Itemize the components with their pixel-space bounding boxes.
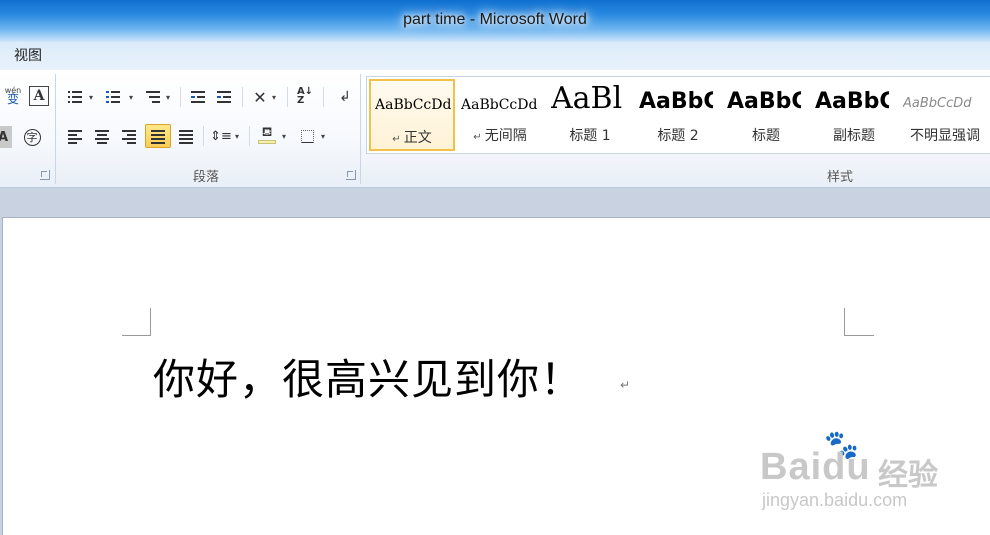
align-left-icon [68, 130, 82, 144]
boxed-a-label: A [33, 88, 45, 104]
watermark-label: 经验 [878, 458, 938, 493]
style-no-spacing[interactable]: AaBbCcDd ↵ 无间隔 [457, 79, 543, 151]
character-border-button[interactable]: A [29, 86, 49, 106]
toolbar-separator [323, 87, 324, 107]
style-preview: AaBbC [815, 89, 889, 114]
style-subtle-emphasis[interactable]: AaBbCcDd 不明显强调 [899, 79, 990, 151]
multilevel-list-button[interactable] [142, 86, 164, 108]
numbering-icon [106, 91, 120, 103]
decrease-indent-button[interactable] [187, 86, 209, 108]
enclose-char-label: 字 [23, 128, 41, 146]
style-name: 标题 [752, 128, 780, 144]
numbering-button[interactable] [102, 86, 124, 108]
borders-button[interactable] [296, 125, 318, 147]
justify-button[interactable] [145, 124, 171, 148]
sort-icon: A↓ Z [296, 86, 314, 106]
justify-icon [151, 130, 165, 144]
toolbar-separator [249, 126, 250, 146]
style-heading-1[interactable]: AaBl 标题 1 [547, 79, 633, 151]
paragraph-mark-icon: ↲ [339, 89, 351, 105]
paragraph-group-label: 段落 [192, 170, 219, 185]
styles-group-label: 样式 [826, 170, 853, 185]
align-right-button[interactable] [118, 125, 140, 147]
multilevel-dropdown-icon[interactable]: ▾ [166, 94, 174, 102]
style-preview: AaBbC [639, 89, 713, 114]
align-center-button[interactable] [91, 125, 113, 147]
group-separator [360, 74, 361, 184]
paragraph-mark: ↵ [620, 378, 631, 392]
bullets-dropdown-icon[interactable]: ▾ [89, 94, 97, 102]
style-preview: AaBbC [727, 89, 801, 114]
align-center-icon [95, 130, 109, 144]
phonetic-char: 变 [6, 92, 19, 106]
paragraph-dialog-launcher[interactable] [346, 170, 356, 180]
title-bar: part time - Microsoft Word [0, 0, 990, 42]
style-title[interactable]: AaBbC 标题 [723, 79, 809, 151]
style-name: 不明显强调 [910, 128, 980, 144]
style-name: 标题 2 [657, 128, 699, 144]
phonetic-guide-button[interactable]: wén 变 [2, 84, 24, 106]
chinese-layout-button[interactable]: ✕ [249, 86, 271, 108]
style-name: ↵ 无间隔 [473, 128, 527, 144]
show-hide-marks-button[interactable]: ↲ [334, 86, 356, 108]
menu-bar: 视图 [0, 42, 990, 70]
align-right-icon [122, 130, 136, 144]
paint-bucket-icon: ⛾ [261, 125, 273, 140]
increase-indent-button[interactable] [213, 86, 235, 108]
toolbar-separator [203, 126, 204, 146]
distributed-button[interactable] [175, 125, 197, 147]
style-preview: AaBbCcDd [461, 97, 538, 113]
document-text[interactable]: 你好，很高兴见到你！ [153, 346, 583, 407]
window-title: part time - Microsoft Word [403, 11, 587, 28]
watermark-url: jingyan.baidu.com [762, 490, 908, 510]
decrease-indent-icon [191, 91, 205, 103]
shaded-a-label: A [0, 129, 9, 145]
bullets-icon [68, 91, 82, 103]
align-left-button[interactable] [64, 125, 86, 147]
style-name: 标题 1 [569, 128, 611, 144]
chinese-layout-dropdown-icon[interactable]: ▾ [272, 94, 280, 102]
toolbar-separator [287, 87, 288, 107]
increase-indent-icon [217, 91, 231, 103]
toolbar-separator [180, 87, 181, 107]
borders-dropdown-icon[interactable]: ▾ [321, 133, 329, 141]
baidu-watermark: 🐾 Baidu 经验 jingyan.baidu.com [760, 428, 980, 518]
style-preview: AaBbCcDd [903, 96, 972, 111]
style-preview: AaBbCcDd [375, 97, 452, 113]
ribbon: wén 变 A A 字 ▾ ▾ ▾ ✕ ▾ A↓ Z ↲ ⇕≡ ▾ ⛾ ▾ ▾ … [0, 70, 990, 188]
styles-gallery: AaBbCcDd ↵ 正文 AaBbCcDd ↵ 无间隔 AaBl 标题 1 A… [366, 76, 990, 154]
line-spacing-icon: ⇕≡ [210, 128, 232, 144]
crop-mark-top-left [122, 308, 151, 336]
character-shading-button[interactable]: A [0, 126, 12, 148]
menu-item-view[interactable]: 视图 [14, 48, 42, 64]
line-spacing-button[interactable]: ⇕≡ [210, 125, 232, 147]
style-subtitle[interactable]: AaBbC 副标题 [811, 79, 897, 151]
distributed-icon [179, 130, 193, 144]
bullets-button[interactable] [64, 86, 86, 108]
crop-mark-top-right [844, 308, 874, 336]
style-name: ↵ 正文 [392, 130, 432, 146]
style-name: 副标题 [833, 128, 875, 144]
font-dialog-launcher[interactable] [40, 170, 50, 180]
enclose-characters-button[interactable]: 字 [21, 126, 43, 148]
shading-color-bar [258, 140, 276, 144]
borders-icon [300, 129, 314, 143]
shading-button[interactable]: ⛾ [256, 124, 278, 146]
multilevel-list-icon [146, 91, 160, 103]
chinese-layout-icon: ✕ [253, 87, 267, 107]
sort-button[interactable]: A↓ Z [294, 85, 316, 107]
shading-dropdown-icon[interactable]: ▾ [282, 133, 290, 141]
toolbar-separator [242, 87, 243, 107]
style-normal[interactable]: AaBbCcDd ↵ 正文 [369, 79, 455, 151]
style-preview: AaBl [551, 81, 623, 111]
numbering-dropdown-icon[interactable]: ▾ [129, 94, 137, 102]
style-heading-2[interactable]: AaBbC 标题 2 [635, 79, 721, 151]
line-spacing-dropdown-icon[interactable]: ▾ [235, 133, 243, 141]
watermark-logo: Baidu [760, 446, 871, 488]
